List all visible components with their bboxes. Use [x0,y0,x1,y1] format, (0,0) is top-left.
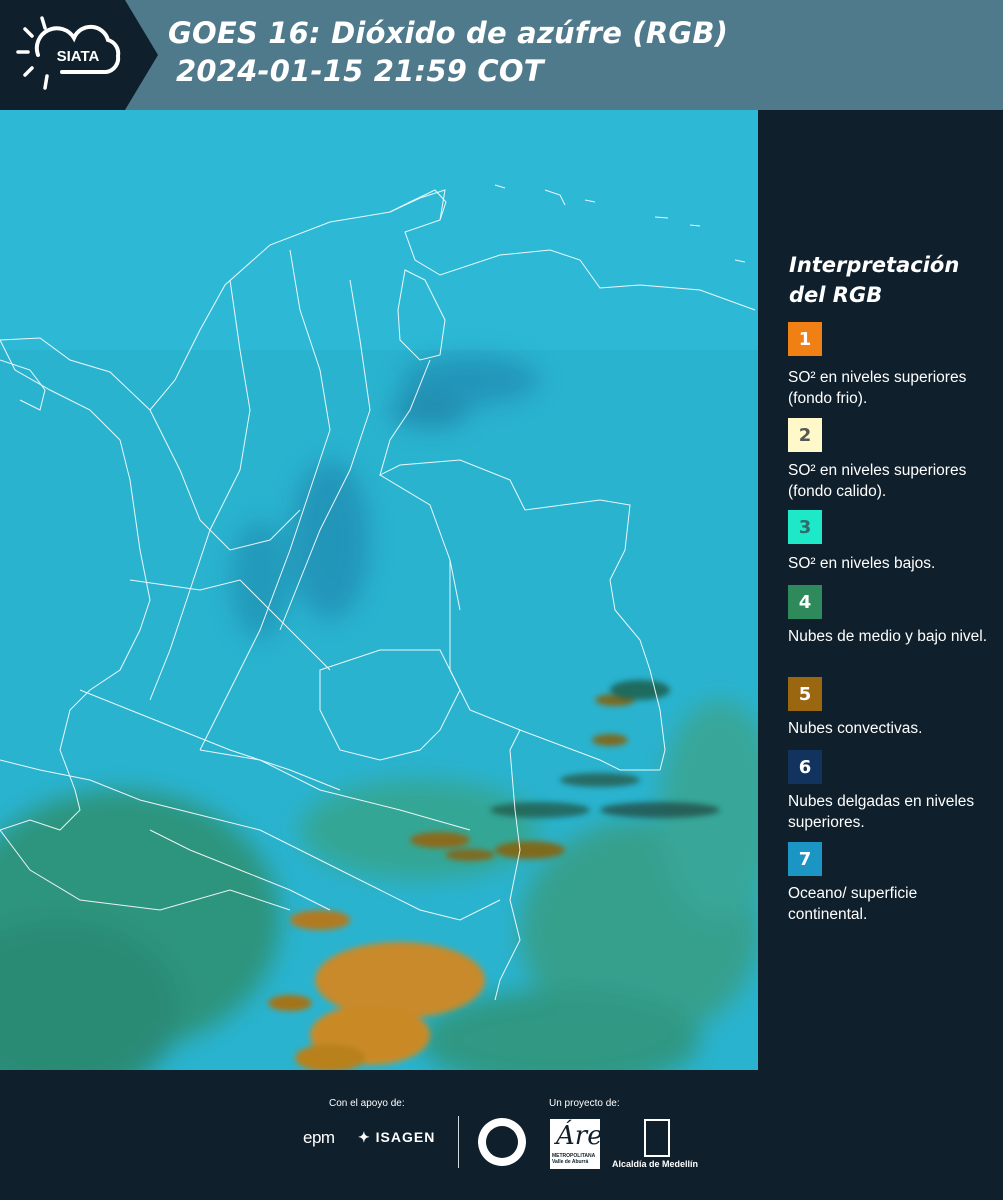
support-label: Con el apoyo de: [329,1098,405,1109]
area-logo-subtext: METROPOLITANA Valle de Aburrá [552,1153,596,1165]
legend-number: 7 [798,848,812,870]
legend-swatch-7: 7 [788,842,822,876]
legend-text-6: Nubes delgadas en niveles superiores. [788,793,975,831]
satellite-map [0,110,758,1070]
footer: Con el apoyo de: Un proyecto de: epm ✦ I… [0,1070,1003,1200]
area-logo-text: Área [556,1121,619,1151]
legend-number: 5 [798,683,812,705]
isagen-logo-text: ISAGEN [375,1129,436,1145]
legend-swatch-6: 6 [788,750,822,784]
legend-number: 3 [798,516,812,538]
header-bar: SIATA GOES 16: Dióxido de azúfre (RGB) 2… [0,0,1003,110]
area-metropolitana-logo: Área METROPOLITANA Valle de Aburrá [550,1119,618,1169]
legend-number: 4 [798,591,812,613]
legend-swatch-2: 2 [788,418,822,452]
alcaldia-shield-icon [644,1119,670,1157]
legend-text-2: SO² en niveles superiores (fondo calido)… [788,462,967,500]
medellin-seal-inner [486,1126,518,1158]
legend-text-1: SO² en niveles superiores (fondo frio). [788,369,967,407]
legend-text-4: Nubes de medio y bajo nivel. [788,628,988,645]
divider [458,1116,459,1168]
legend-swatch-3: 3 [788,510,822,544]
isagen-icon: ✦ [358,1129,371,1145]
legend-number: 2 [798,424,812,446]
alcaldia-logo-text: Alcaldía de Medellín [612,1159,699,1169]
legend-swatch-1: 1 [788,322,822,356]
legend-number: 6 [798,756,812,778]
epm-logo: epm [303,1128,335,1147]
legend-text-7: Oceano/ superficie continental. [788,885,918,923]
legend-swatch-4: 4 [788,585,822,619]
legend-number: 1 [798,328,812,350]
legend-text-3: SO² en niveles bajos. [788,555,936,572]
isagen-logo: ✦ ISAGEN [358,1129,435,1146]
timestamp: 2024-01-15 21:59 COT [176,54,544,88]
legend-swatch-5: 5 [788,677,822,711]
legend-text-5: Nubes convectivas. [788,720,923,737]
legend-title: Interpretación del RGB [789,253,960,307]
page-title: GOES 16: Dióxido de azúfre (RGB) [168,16,729,50]
siata-logo-text: SIATA [57,48,100,65]
siata-logo: SIATA [0,0,158,110]
legend-panel: Interpretación del RGB 1 SO² en niveles … [758,110,1003,1070]
project-label: Un proyecto de: [549,1098,620,1109]
